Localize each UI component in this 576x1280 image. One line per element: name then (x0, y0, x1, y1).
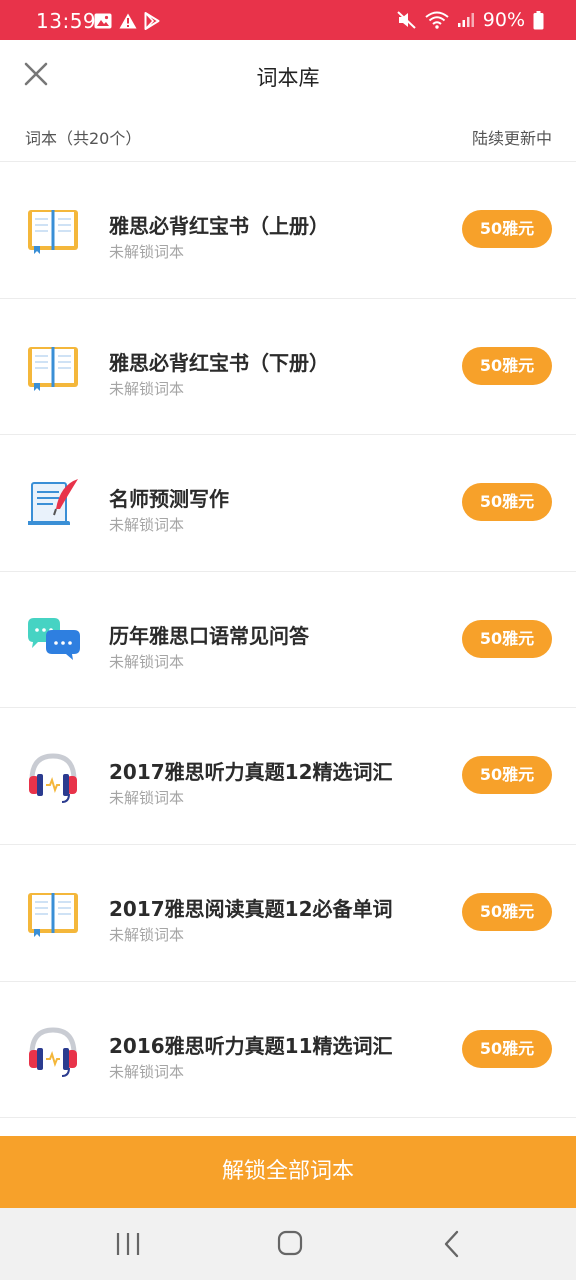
wifi-icon (425, 11, 449, 29)
unlock-all-button[interactable]: 解锁全部词本 (0, 1136, 576, 1208)
wordbook-status: 未解锁词本 (109, 789, 185, 808)
back-button[interactable] (432, 1228, 472, 1260)
battery-percent: 90% (482, 9, 525, 31)
battery-icon (533, 10, 544, 29)
system-nav-bar (0, 1208, 576, 1280)
book-icon (28, 346, 78, 391)
price-button[interactable]: 50雅元 (462, 892, 552, 931)
header: 词本库 (0, 40, 576, 112)
play-store-icon (144, 12, 160, 30)
wordbook-status: 未解锁词本 (109, 1062, 185, 1081)
wordbook-status: 未解锁词本 (109, 243, 185, 261)
wordbook-title: 雅思必背红宝书（上册） (109, 214, 329, 238)
price-button[interactable]: 50雅元 (462, 346, 552, 385)
wordbook-count: 词本（共20个） (25, 129, 142, 148)
recent-apps-icon (116, 1233, 140, 1255)
wordbook-status: 未解锁词本 (109, 516, 185, 535)
list-item[interactable]: 雅思必背红宝书（下册） 未解锁词本 50雅元 (0, 299, 576, 436)
wordbook-title: 历年雅思口语常见问答 (109, 623, 309, 648)
wordbook-list: 雅思必背红宝书（上册） 未解锁词本 50雅元 雅思必背红宝书（下册） 未解锁词本… (0, 162, 576, 1119)
price-button[interactable]: 50雅元 (462, 483, 552, 522)
list-item[interactable]: 雅思必背红宝书（上册） 未解锁词本 50雅元 (0, 162, 576, 299)
headphones-icon (29, 1027, 77, 1077)
wordbook-title: 2017雅思阅读真题12必备单词 (109, 896, 393, 921)
wordbook-title: 2017雅思听力真题12精选词汇 (109, 760, 393, 785)
price-button[interactable]: 50雅元 (462, 756, 552, 795)
price-button[interactable]: 50雅元 (462, 210, 552, 248)
wordbook-status: 未解锁词本 (109, 925, 185, 944)
wordbook-status: 未解锁词本 (109, 379, 185, 398)
recent-apps-button[interactable] (108, 1228, 148, 1260)
back-icon (444, 1230, 459, 1258)
page-title: 词本库 (256, 66, 320, 90)
update-note: 陆续更新中 (471, 129, 552, 148)
status-bar: 13:59 90% (0, 0, 576, 40)
status-time: 13:59 (36, 9, 97, 33)
list-item[interactable]: 2017雅思听力真题12精选词汇 未解锁词本 50雅元 (0, 708, 576, 845)
wordbook-title: 雅思必背红宝书（下册） (109, 350, 329, 375)
price-button[interactable]: 50雅元 (462, 619, 552, 658)
price-button[interactable]: 50雅元 (462, 1029, 552, 1068)
signal-icon (457, 13, 474, 27)
mute-icon (397, 11, 416, 29)
wordbook-status: 未解锁词本 (109, 652, 185, 671)
chat-bubbles-icon (28, 617, 80, 660)
list-item[interactable]: 2016雅思听力真题11精选词汇 未解锁词本 50雅元 (0, 982, 576, 1119)
book-icon (28, 210, 78, 254)
home-icon (277, 1230, 303, 1256)
gallery-icon (94, 13, 112, 29)
home-button[interactable] (270, 1228, 310, 1260)
book-icon (28, 892, 78, 937)
list-item[interactable]: 历年雅思口语常见问答 未解锁词本 50雅元 (0, 572, 576, 709)
warning-icon (119, 13, 137, 29)
headphones-icon (29, 753, 77, 804)
subheader: 词本（共20个） 陆续更新中 (0, 112, 576, 162)
list-item[interactable]: 2017雅思阅读真题12必备单词 未解锁词本 50雅元 (0, 845, 576, 982)
wordbook-title: 2016雅思听力真题11精选词汇 (109, 1033, 393, 1058)
list-item[interactable]: 名师预测写作 未解锁词本 50雅元 (0, 435, 576, 572)
quill-document-icon (28, 479, 78, 526)
wordbook-title: 名师预测写作 (109, 487, 229, 512)
